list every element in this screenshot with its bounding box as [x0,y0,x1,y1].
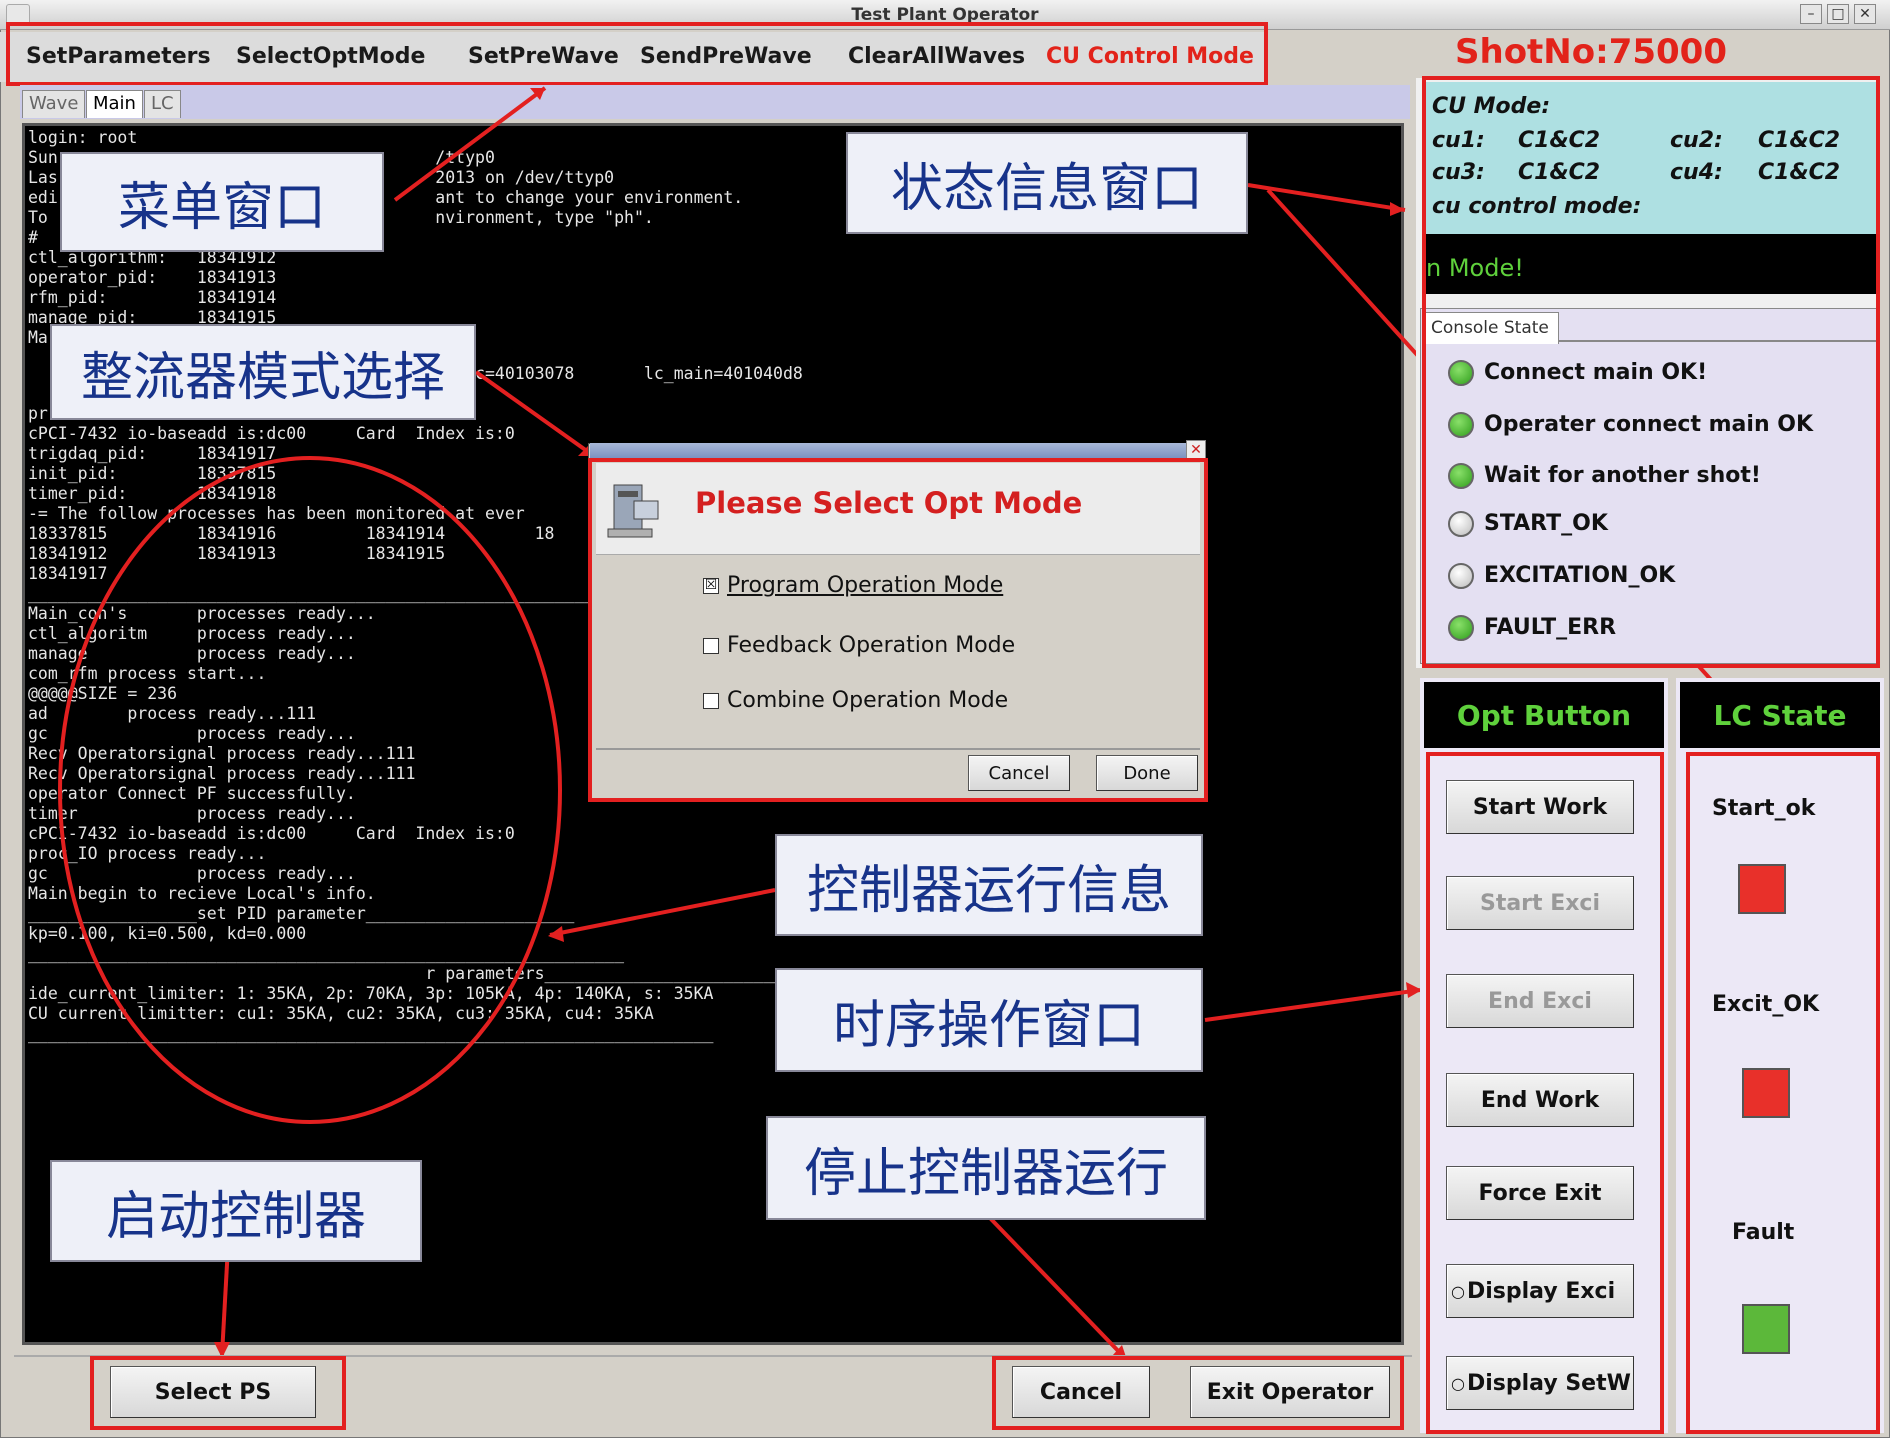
controller-info-arrow [549,888,776,937]
annotation-rectifier-mode: 整流器模式选择 [50,324,476,420]
opt-button-highlight-box [1426,752,1664,1434]
exit-highlight-box [992,1356,1404,1430]
status-arrow-1 [1247,183,1406,212]
annotation-timing-window: 时序操作窗口 [775,968,1203,1072]
timing-arrow [1204,988,1421,1022]
dialog-highlight-box [588,458,1208,802]
controller-info-ellipse [58,456,562,1124]
opt-button-title: Opt Button [1424,682,1664,748]
annotation-stop-controller: 停止控制器运行 [766,1116,1206,1220]
lc-state-highlight-box [1686,752,1880,1434]
lc-state-title: LC State [1680,682,1880,748]
status-arrowhead-1 [1390,202,1405,216]
status-highlight-box [1422,76,1880,668]
stop-arrow [988,1216,1127,1360]
annotation-start-controller: 启动控制器 [50,1160,422,1262]
annotation-menu-window: 菜单窗口 [60,152,384,252]
annotation-status-window: 状态信息窗口 [846,132,1248,234]
dialog-close-icon[interactable]: ✕ [1186,440,1206,460]
annotation-controller-info: 控制器运行信息 [775,834,1203,936]
dialog-titlebar [590,443,1205,459]
select-ps-highlight-box [90,1356,346,1430]
rectifier-arrow [474,370,596,458]
menu-arrow [393,86,547,202]
